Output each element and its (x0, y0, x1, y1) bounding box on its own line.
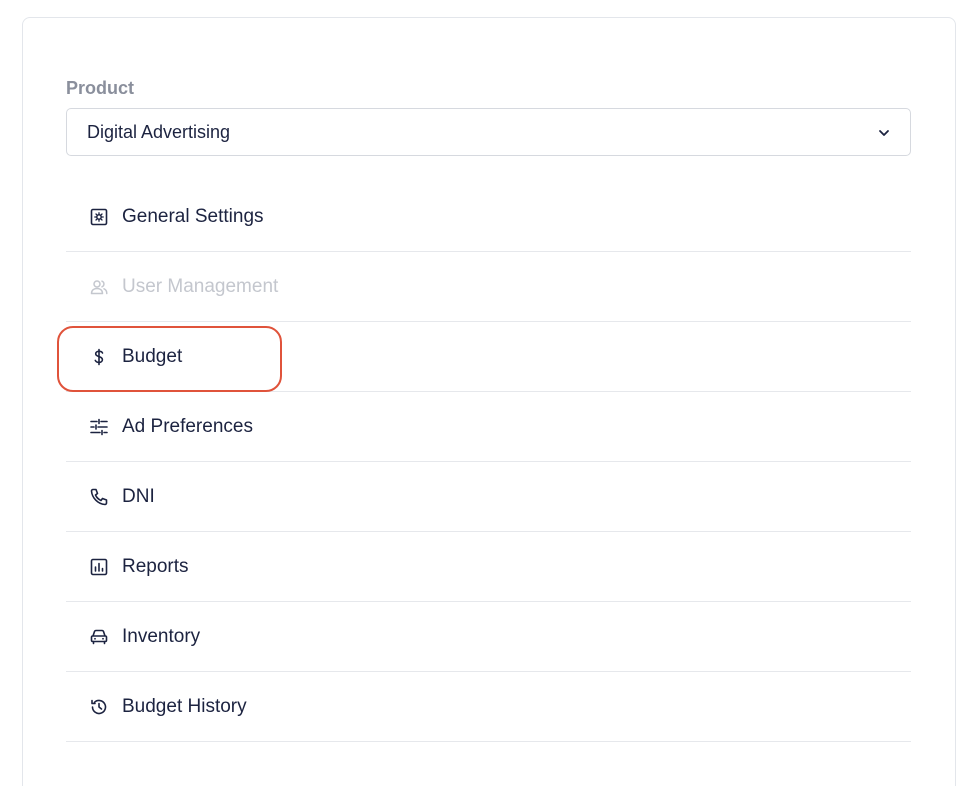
menu-item-label: Reports (122, 556, 189, 577)
users-icon (90, 280, 108, 295)
product-select[interactable]: Digital Advertising (66, 108, 911, 156)
product-select-value: Digital Advertising (87, 121, 231, 142)
menu-item-user-management: User Management (66, 252, 911, 322)
gear-square-icon (90, 208, 108, 226)
chart-icon (90, 558, 108, 576)
settings-menu: General Settings User Management Budget (66, 182, 911, 742)
menu-item-general-settings[interactable]: General Settings (66, 182, 911, 252)
sliders-icon (90, 418, 108, 436)
menu-item-label: Ad Preferences (122, 416, 253, 437)
phone-icon (90, 488, 108, 506)
history-icon (91, 699, 107, 715)
page: Product Digital Advertising General Sett… (0, 0, 968, 786)
dollar-icon (94, 348, 104, 366)
product-label: Product (66, 78, 135, 98)
menu-item-reports[interactable]: Reports (66, 532, 911, 602)
menu-item-label: Budget History (122, 696, 247, 717)
menu-item-inventory[interactable]: Inventory (66, 602, 911, 672)
menu-item-label: General Settings (122, 206, 264, 227)
menu-item-label: Budget (122, 346, 183, 367)
menu-item-budget-history[interactable]: Budget History (66, 672, 911, 742)
menu-item-budget[interactable]: Budget (66, 322, 911, 392)
menu-item-dni[interactable]: DNI (66, 462, 911, 532)
menu-item-label: Inventory (122, 626, 201, 647)
chevron-down-icon (879, 130, 889, 136)
menu-item-ad-preferences[interactable]: Ad Preferences (66, 392, 911, 462)
menu-item-label: User Management (122, 276, 279, 297)
menu-item-label: DNI (122, 486, 155, 507)
car-icon (90, 629, 108, 645)
